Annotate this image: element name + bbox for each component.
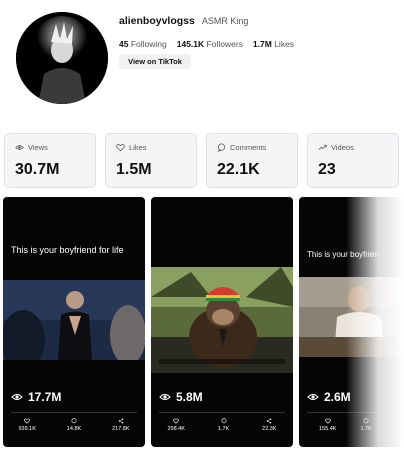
stat-card-likes: Likes 1.5M [105,133,197,188]
stat-label: Videos [331,143,354,152]
stat-label: Views [28,143,48,152]
likes-metric: 939.1K [18,418,36,432]
shares-metric: 22.3K [262,418,277,432]
heart-icon [116,143,125,152]
video-tile[interactable]: 5.8M 298.4K 1.7K 22.3K [151,197,293,447]
nickname: ASMR King [201,16,249,26]
stat-value: 23 [318,161,336,178]
stat-value: 1.5M [116,161,152,178]
trend-icon [318,144,327,151]
stat-card-views: Views 30.7M [4,133,96,188]
eye-icon [15,145,24,150]
following-stat: 45 Following [119,39,167,49]
heart-icon [24,418,31,424]
likes-stat: 1.7M Likes [252,39,295,49]
divider [159,412,285,413]
username: alienboyvlogss [119,15,195,27]
stat-value: 30.7M [15,161,60,178]
comment-icon [221,418,226,424]
share-icon [118,418,124,424]
likes-metric: 298.4K [167,418,185,432]
profile-info: alienboyvlogss ASMR King 45 Following 14… [119,15,294,49]
stat-label: Comments [230,143,267,152]
profile-avatar[interactable] [16,12,108,104]
views-count: 17.7M [28,390,62,404]
profile-stats: 45 Following 145.1K Followers 1.7M Likes [119,39,294,49]
eye-icon [307,394,319,400]
stat-card-comments: Comments 22.1K [206,133,298,188]
video-views: 5.8M [159,390,203,404]
video-thumbnail [151,267,293,373]
divider [307,412,396,413]
video-tile[interactable]: This is your boyfriend for life 17.7M 93… [3,197,145,447]
comments-metric: 1.7K [360,418,372,432]
view-on-tiktok-button[interactable]: View on TikTok [119,54,191,69]
comments-metric: 14.8K [67,418,81,432]
heart-icon [173,418,180,424]
heart-icon [324,418,331,424]
shares-metric: 217.8K [112,418,130,432]
comment-icon [363,418,369,424]
comments-metric: 1.7K [218,418,229,432]
video-thumbnail [299,277,404,357]
stats-cards: Views 30.7M Likes 1.5M Comments 22.1K Vi… [4,133,400,188]
video-tile[interactable]: This is your boyfrien 2.6M 155.4K 1.7K [299,197,404,447]
video-views: 2.6M [307,390,351,404]
video-caption: This is your boyfriend for life [11,245,124,255]
followers-stat: 145.1K Followers [176,39,243,49]
comment-icon [71,418,77,424]
video-thumbnail [3,280,145,360]
stat-value: 22.1K [217,161,260,178]
share-icon [267,418,272,424]
views-count: 2.6M [324,390,351,404]
divider [11,412,137,413]
eye-icon [11,394,23,400]
video-views: 17.7M [11,390,61,404]
stat-label: Likes [129,143,147,152]
video-metrics: 939.1K 14.8K 217.8K [3,418,145,432]
video-metrics: 155.4K 1.7K [299,418,404,432]
video-metrics: 298.4K 1.7K 22.3K [151,418,293,432]
video-caption: This is your boyfrien [307,250,379,259]
eye-icon [159,394,171,400]
stat-card-videos: Videos 23 [307,133,399,188]
likes-metric: 155.4K [319,418,336,432]
comment-icon [217,143,226,152]
views-count: 5.8M [176,390,203,404]
